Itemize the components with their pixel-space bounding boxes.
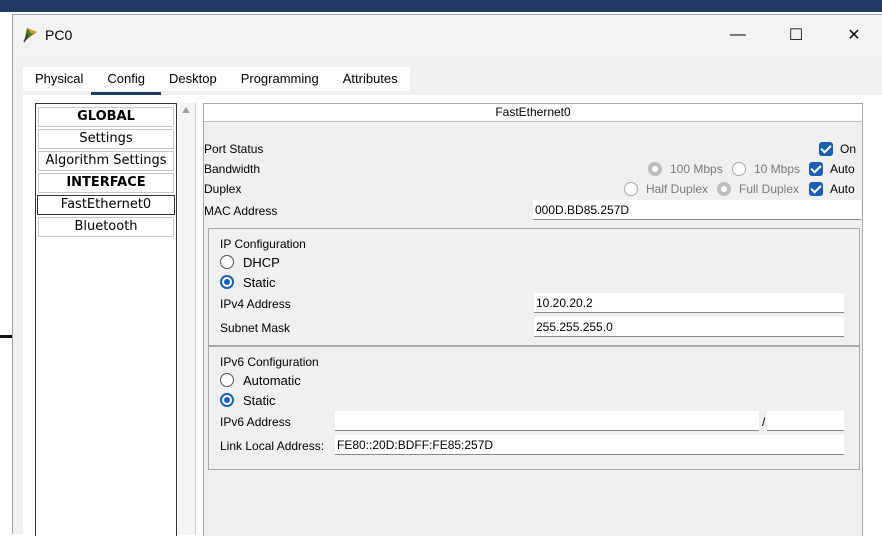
ip-config-title: IP Configuration: [220, 237, 306, 251]
tab-bar: Physical Config Desktop Programming Attr…: [23, 67, 410, 95]
window-title: PC0: [45, 27, 73, 43]
sidebar-item-settings[interactable]: Settings: [38, 129, 174, 149]
interface-panel: FastEthernet0 Port Status On Bandwidth 1…: [203, 103, 863, 536]
half-duplex-label: Half Duplex: [646, 182, 709, 196]
duplex-auto-checkbox[interactable]: [809, 182, 823, 196]
link-local-label: Link Local Address:: [220, 439, 325, 453]
tab-programming[interactable]: Programming: [229, 67, 331, 91]
static-ip-label: Static: [243, 275, 276, 290]
tab-attributes[interactable]: Attributes: [331, 67, 410, 91]
port-on-label: On: [840, 142, 857, 156]
pc-config-window: PC0 — ☐ ✕ Physical Config Desktop Progra…: [12, 14, 882, 536]
automatic-radio[interactable]: [220, 373, 234, 387]
automatic-label: Automatic: [243, 373, 301, 388]
mac-address-label: MAC Address: [204, 204, 278, 218]
duplex-label: Duplex: [204, 182, 242, 196]
ipv4-address-field[interactable]: 10.20.20.2: [534, 293, 844, 313]
ipv6-config-title: IPv6 Configuration: [220, 355, 319, 369]
link-local-field[interactable]: FE80::20D:BDFF:FE85:257D: [335, 435, 844, 455]
close-button[interactable]: ✕: [825, 15, 882, 55]
tab-desktop[interactable]: Desktop: [157, 67, 229, 91]
title-bar[interactable]: PC0 — ☐ ✕: [13, 15, 882, 55]
sidebar-header-global: GLOBAL: [38, 107, 174, 127]
ipv6-configuration-group: IPv6 Configuration Automatic Static IPv6…: [208, 346, 860, 470]
sidebar-item-algorithm-settings[interactable]: Algorithm Settings: [38, 151, 174, 171]
bandwidth-label: Bandwidth: [204, 162, 261, 176]
ipv4-address-label: IPv4 Address: [220, 297, 291, 311]
subnet-mask-field[interactable]: 255.255.255.0: [534, 317, 844, 337]
half-duplex-radio[interactable]: [624, 182, 638, 196]
port-status-label: Port Status: [204, 142, 264, 156]
maximize-icon: ☐: [788, 27, 804, 44]
dhcp-label: DHCP: [243, 255, 280, 270]
config-sidebar: GLOBAL Settings Algorithm Settings INTER…: [35, 103, 177, 536]
scroll-up-arrow-icon[interactable]: [182, 107, 190, 113]
sidebar-header-interface: INTERFACE: [38, 173, 174, 193]
static-ip-radio[interactable]: [220, 275, 234, 289]
static-ipv6-radio[interactable]: [220, 393, 234, 407]
duplex-auto-label: Auto: [830, 182, 855, 196]
static-ipv6-label: Static: [243, 393, 276, 408]
panel-title: FastEthernet0: [204, 104, 862, 122]
tab-config[interactable]: Config: [91, 67, 161, 95]
desktop-background-left: [0, 12, 12, 534]
sidebar-item-bluetooth[interactable]: Bluetooth: [38, 217, 174, 237]
full-duplex-label: Full Duplex: [739, 182, 800, 196]
ipv6-address-field[interactable]: [335, 411, 759, 431]
full-duplex-radio[interactable]: [717, 182, 731, 196]
packet-tracer-icon: [23, 28, 37, 43]
ipv6-prefix-field[interactable]: [767, 411, 844, 431]
close-icon: ✕: [847, 27, 861, 44]
bandwidth-auto-checkbox[interactable]: [809, 162, 823, 176]
maximize-button[interactable]: ☐: [767, 15, 825, 55]
desktop-line: [0, 335, 12, 338]
bandwidth-100-label: 100 Mbps: [670, 162, 723, 176]
minimize-button[interactable]: —: [709, 15, 767, 55]
bandwidth-10-radio[interactable]: [732, 162, 746, 176]
bandwidth-auto-label: Auto: [830, 162, 855, 176]
tab-physical[interactable]: Physical: [23, 67, 95, 91]
ipv6-address-label: IPv6 Address: [220, 415, 291, 429]
mac-address-field[interactable]: 000D.BD85.257D: [533, 200, 861, 220]
minimize-icon: —: [730, 26, 746, 43]
bandwidth-10-label: 10 Mbps: [754, 162, 801, 176]
subnet-mask-label: Subnet Mask: [220, 321, 291, 335]
prefix-separator: /: [762, 415, 766, 429]
dhcp-radio[interactable]: [220, 255, 234, 269]
bandwidth-100-radio[interactable]: [648, 162, 662, 176]
ip-configuration-group: IP Configuration DHCP Static IPv4 Addres…: [208, 228, 860, 346]
sidebar-item-fastethernet0[interactable]: FastEthernet0: [37, 195, 175, 215]
desktop-background-top: [0, 0, 882, 12]
config-content: GLOBAL Settings Algorithm Settings INTER…: [23, 95, 882, 536]
sidebar-scrollbar[interactable]: [178, 103, 196, 535]
port-on-checkbox[interactable]: [819, 142, 833, 156]
